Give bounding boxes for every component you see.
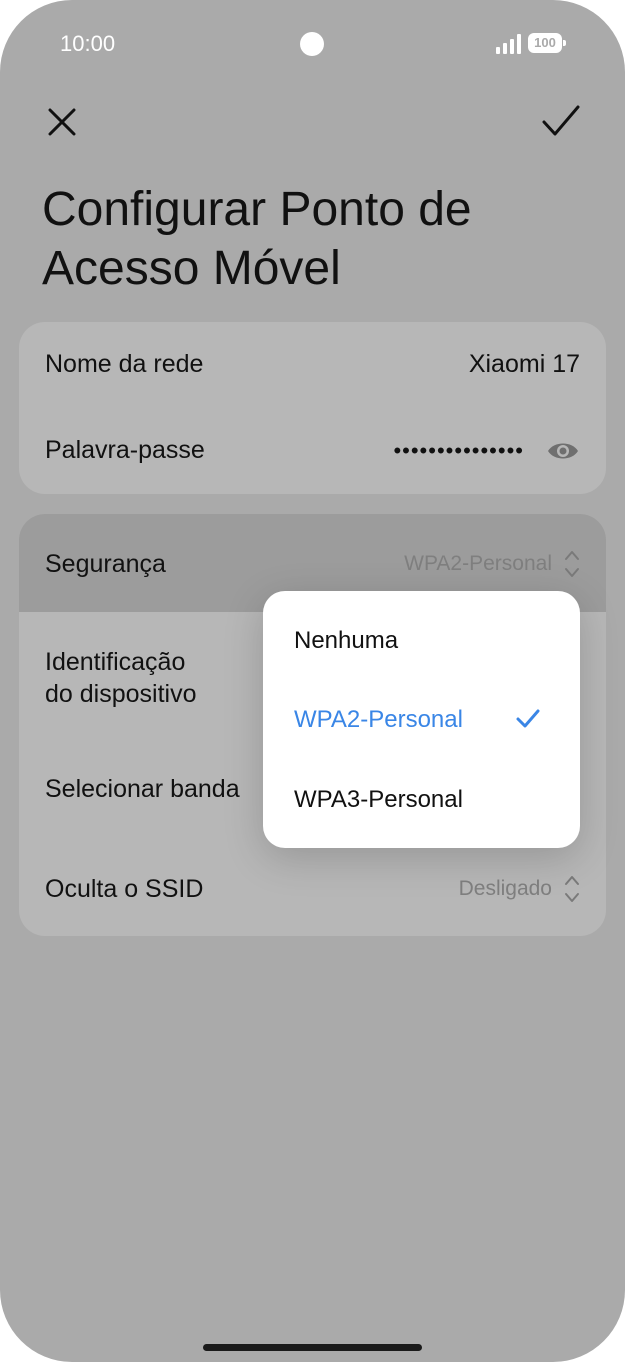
security-label: Segurança — [45, 550, 166, 578]
chevron-updown-icon — [565, 876, 579, 902]
hidden-ssid-value: Desligado — [458, 877, 552, 900]
security-value: WPA2-Personal — [404, 552, 552, 575]
home-indicator[interactable] — [203, 1344, 422, 1351]
band-label: Selecionar banda — [45, 775, 240, 803]
option-label: Nenhuma — [294, 627, 399, 654]
device-id-label-line1: Identificação — [45, 648, 186, 676]
chevron-updown-icon — [565, 551, 579, 577]
network-card: Nome da rede Xiaomi 17 Palavra-passe •••… — [19, 322, 606, 494]
hidden-ssid-label: Oculta o SSID — [45, 875, 204, 903]
phone-screen: 10:00 100 Configurar Ponto de Acesso Móv… — [0, 0, 625, 1362]
network-name-value: Xiaomi 17 — [468, 350, 580, 378]
battery-icon: 100 — [528, 33, 568, 53]
network-name-row[interactable]: Nome da rede Xiaomi 17 — [19, 322, 606, 408]
security-option-none[interactable]: Nenhuma — [263, 601, 580, 681]
signal-icon — [496, 34, 521, 54]
page-title: Configurar Ponto de Acesso Móvel — [42, 183, 472, 295]
checkmark-icon — [516, 709, 540, 728]
battery-level: 100 — [534, 35, 556, 50]
battery-cap — [563, 40, 566, 46]
option-label: WPA3-Personal — [294, 786, 463, 813]
status-bar: 10:00 100 — [0, 30, 625, 58]
device-id-label-line2: do dispositivo — [45, 680, 197, 708]
close-icon[interactable] — [40, 100, 84, 144]
hidden-ssid-row[interactable]: Oculta o SSID Desligado — [19, 840, 606, 936]
password-value: ••••••••••••••• — [393, 438, 524, 463]
network-name-label: Nome da rede — [45, 350, 204, 378]
security-dropdown-menu: Nenhuma WPA2-Personal WPA3-Personal — [263, 591, 580, 848]
security-option-wpa2[interactable]: WPA2-Personal — [263, 680, 580, 760]
checkmark-icon[interactable] — [538, 100, 584, 144]
option-label: WPA2-Personal — [294, 706, 463, 733]
camera-cutout — [300, 32, 324, 56]
eye-icon[interactable] — [546, 438, 580, 464]
device-id-label: Identificação do dispositivo — [45, 646, 196, 710]
status-time: 10:00 — [60, 31, 116, 56]
password-label: Palavra-passe — [45, 436, 205, 464]
security-option-wpa3[interactable]: WPA3-Personal — [263, 760, 580, 840]
